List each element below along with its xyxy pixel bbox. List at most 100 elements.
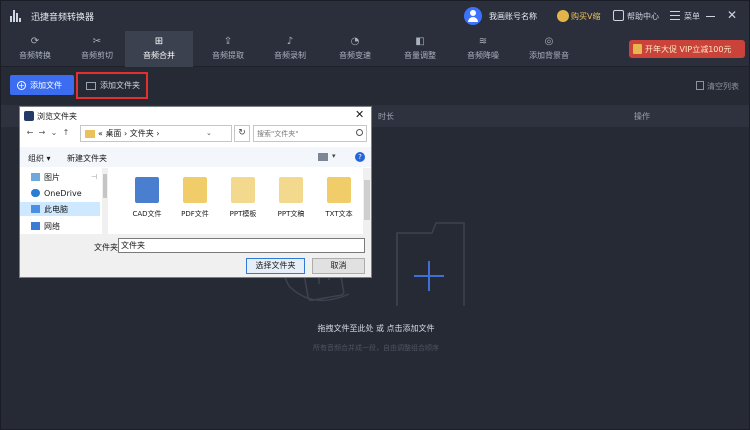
tab-audio-convert[interactable]: ⟳ 音频转换 — [1, 31, 69, 67]
background-music-icon: ◎ — [544, 36, 554, 47]
organize-menu[interactable]: 组织 ▾ — [28, 153, 51, 164]
app-window: 迅捷音频转换器 我画账号名称 购买V缩 帮助中心 菜单 ✕ ⟳ 音频转换 ✂ 音… — [0, 0, 750, 430]
dialog-footer: 文件夹: 选择文件夹 取消 — [20, 234, 371, 277]
tab-label: 音频提取 — [212, 51, 244, 60]
add-folder-label: 添加文件夹 — [100, 81, 140, 90]
buy-vip-label: 购买V缩 — [571, 11, 601, 21]
folder-item-label: PDF文件 — [181, 210, 209, 218]
nav-item-onedrive[interactable]: OneDrive — [20, 186, 100, 200]
add-file-button[interactable]: + 添加文件 — [10, 75, 74, 95]
folder-item-label: PPT文稿 — [277, 210, 305, 218]
onedrive-icon — [31, 189, 40, 197]
denoise-icon: ≋ — [478, 36, 488, 47]
menu-button[interactable]: 菜单 — [684, 11, 700, 22]
clear-list-button[interactable]: 清空列表 — [707, 81, 739, 92]
promo-label: 开年大促 VIP立减100元 — [645, 45, 732, 54]
dialog-app-icon — [24, 111, 34, 121]
minimize-button[interactable] — [706, 16, 715, 17]
folder-item-txt[interactable]: TXT文本 — [315, 171, 363, 231]
address-path: « 桌面 › 文件夹 › — [98, 129, 160, 138]
view-mode-icon[interactable] — [318, 153, 328, 161]
scrollbar-thumb[interactable] — [103, 174, 107, 198]
tab-audio-merge[interactable]: ⊞ 音频合并 — [125, 31, 193, 67]
column-duration: 时长 — [378, 112, 394, 121]
navigation-scrollbar[interactable] — [102, 168, 108, 234]
tab-volume-adjust[interactable]: ◧ 音量调整 — [386, 31, 454, 67]
pin-icon: ⊣ — [91, 173, 98, 181]
tab-label: 添加背景音 — [529, 51, 569, 60]
scissors-icon: ✂ — [92, 36, 102, 47]
nav-item-label: OneDrive — [44, 188, 82, 198]
folder-icon — [85, 129, 95, 138]
scrollbar-thumb[interactable] — [364, 180, 370, 220]
volume-icon: ◧ — [415, 36, 425, 47]
nav-item-label: 此电脑 — [44, 204, 68, 214]
nav-item-label: 网络 — [44, 221, 60, 231]
address-dropdown-icon[interactable]: ⌄ — [206, 129, 212, 137]
search-input[interactable]: 搜索"文件夹" — [253, 125, 367, 142]
promo-banner[interactable]: 开年大促 VIP立减100元 — [629, 40, 745, 58]
new-folder-button[interactable]: 新建文件夹 — [67, 153, 107, 164]
account-name[interactable]: 我画账号名称 — [489, 11, 537, 22]
nav-item-label: 图片 — [44, 172, 60, 182]
nav-item-pictures[interactable]: 图片 ⊣ — [20, 170, 100, 184]
cancel-button[interactable]: 取消 — [312, 258, 365, 274]
column-action: 操作 — [634, 112, 650, 121]
tab-audio-record[interactable]: ♪ 音频录制 — [256, 31, 324, 67]
select-folder-button[interactable]: 选择文件夹 — [246, 258, 305, 274]
tab-label: 音频转换 — [19, 51, 51, 60]
tab-label: 音频剪切 — [81, 51, 113, 60]
trash-icon[interactable] — [696, 81, 704, 90]
tab-audio-denoise[interactable]: ≋ 音频降噪 — [449, 31, 517, 67]
add-folder-button[interactable]: 添加文件夹 — [76, 72, 148, 99]
close-window-button[interactable]: ✕ — [727, 8, 737, 22]
dialog-close-button[interactable]: ✕ — [355, 108, 364, 121]
folder-name-input[interactable] — [118, 238, 365, 253]
nav-item-network[interactable]: 网络 — [20, 219, 100, 233]
tab-label: 音频变速 — [339, 51, 371, 60]
tab-add-background-music[interactable]: ◎ 添加背景音 — [513, 31, 585, 67]
account-avatar-icon[interactable] — [464, 7, 482, 25]
plus-circle-icon: + — [17, 80, 26, 90]
add-file-label: 添加文件 — [30, 80, 62, 90]
dialog-help-icon[interactable]: ? — [355, 152, 365, 162]
dialog-nav: ← → ⌄ ↑ — [24, 128, 72, 137]
folder-contents-scrollbar[interactable] — [363, 168, 371, 234]
tab-label: 音频合并 — [143, 51, 175, 60]
pdf-folder-icon — [183, 177, 207, 203]
refresh-button[interactable]: ↻ — [234, 125, 250, 142]
forward-arrow-icon[interactable]: → — [36, 128, 48, 137]
browse-folder-dialog: 浏览文件夹 ✕ ← → ⌄ ↑ « 桌面 › 文件夹 › ⌄ ↻ 搜索"文件夹" 组织… — [19, 106, 372, 278]
computer-icon — [31, 205, 40, 213]
tab-audio-speed[interactable]: ◔ 音频变速 — [321, 31, 389, 67]
microphone-icon: ♪ — [286, 36, 294, 47]
extract-icon: ⇪ — [223, 36, 233, 47]
search-placeholder: 搜索"文件夹" — [257, 130, 299, 138]
nav-item-this-pc[interactable]: 此电脑 — [20, 202, 100, 216]
help-center-icon[interactable] — [613, 10, 624, 21]
view-mode-dropdown-icon[interactable]: ▾ — [332, 152, 336, 160]
history-dropdown-icon[interactable]: ⌄ — [48, 128, 60, 137]
dialog-title: 浏览文件夹 — [37, 112, 77, 121]
folder-item-ppt-template[interactable]: PPT模板 — [219, 171, 267, 231]
network-icon — [31, 222, 40, 230]
drop-zone-subtitle: 所有音频合并成一段，自由调整组合顺序 — [313, 344, 439, 352]
speed-icon: ◔ — [350, 36, 360, 47]
help-center-link[interactable]: 帮助中心 — [627, 11, 659, 22]
tab-label: 音量调整 — [404, 51, 436, 60]
tab-label: 音频降噪 — [467, 51, 499, 60]
menu-icon[interactable] — [670, 11, 680, 20]
app-logo-icon — [10, 10, 22, 22]
navigation-pane: 图片 ⊣ OneDrive 此电脑 网络 — [20, 168, 116, 234]
folder-item-ppt-doc[interactable]: PPT文稿 — [267, 171, 315, 231]
back-arrow-icon[interactable]: ← — [24, 128, 36, 137]
vip-coin-icon — [557, 10, 569, 22]
folder-item-cad[interactable]: CAD文件 — [123, 171, 171, 231]
folder-item-label: TXT文本 — [325, 210, 353, 218]
tab-audio-extract[interactable]: ⇪ 音频提取 — [194, 31, 262, 67]
tab-audio-cut[interactable]: ✂ 音频剪切 — [63, 31, 131, 67]
up-arrow-icon[interactable]: ↑ — [60, 128, 72, 137]
title-bar: 迅捷音频转换器 我画账号名称 购买V缩 帮助中心 菜单 ✕ — [1, 1, 749, 31]
buy-vip-button[interactable]: 购买V缩 — [557, 8, 600, 24]
folder-item-pdf[interactable]: PDF文件 — [171, 171, 219, 231]
